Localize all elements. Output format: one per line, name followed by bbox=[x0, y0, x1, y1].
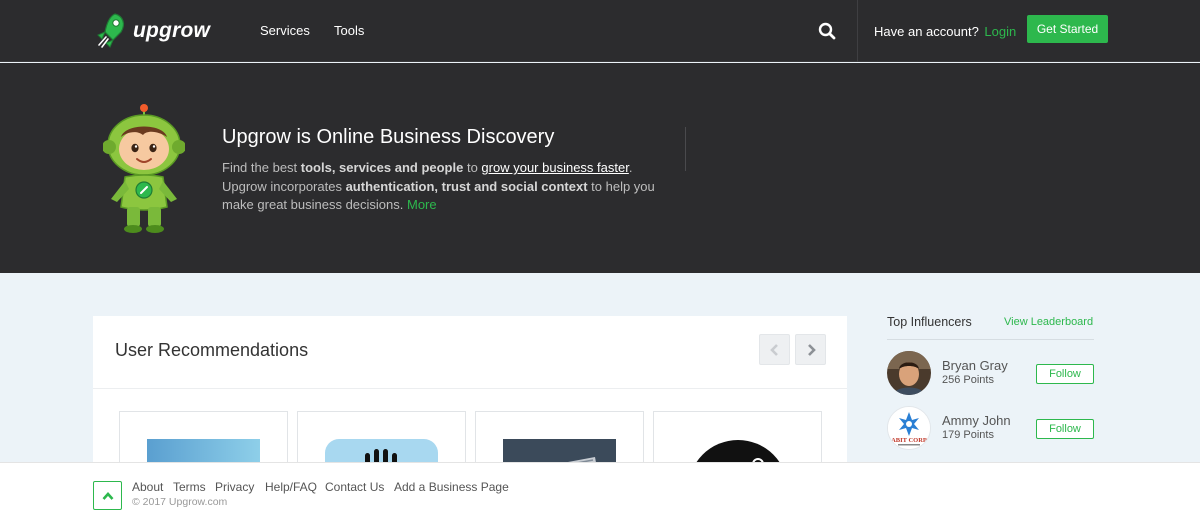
nav-link-services[interactable]: Services bbox=[260, 23, 310, 38]
hero-banner: Upgrow is Online Business Discovery Find… bbox=[0, 63, 1200, 273]
account-prompt-text: Have an account? bbox=[874, 24, 979, 39]
follow-button[interactable]: Follow bbox=[1036, 419, 1094, 439]
more-link[interactable]: More bbox=[407, 197, 437, 212]
footer-link-help-faq[interactable]: Help/FAQ bbox=[265, 480, 317, 494]
hero-text-part: to bbox=[463, 160, 482, 175]
hero-title: Upgrow is Online Business Discovery bbox=[222, 126, 555, 148]
footer-link-contact-us[interactable]: Contact Us bbox=[325, 480, 384, 494]
view-leaderboard-link[interactable]: View Leaderboard bbox=[1004, 316, 1093, 328]
footer-link-add-business-page[interactable]: Add a Business Page bbox=[394, 480, 509, 494]
company-logo-icon: ABIT CORP bbox=[888, 407, 930, 449]
hero-description: Find the best tools, services and people… bbox=[222, 159, 672, 215]
hero-divider bbox=[685, 127, 686, 171]
recommendations-separator bbox=[93, 388, 847, 389]
account-prompt: Have an account? Login bbox=[874, 24, 1016, 39]
user-recommendations-card: User Recommendations bbox=[93, 316, 847, 481]
influencer-points: 256 Points bbox=[942, 374, 994, 386]
company-logo-text: ABIT CORP bbox=[891, 437, 927, 444]
scroll-to-top-button[interactable] bbox=[93, 481, 122, 510]
brand-name: upgrow bbox=[133, 19, 211, 42]
hero-text-part: . bbox=[628, 160, 633, 175]
influencers-separator bbox=[887, 339, 1094, 340]
follow-button[interactable]: Follow bbox=[1036, 364, 1094, 384]
influencer-name[interactable]: Bryan Gray bbox=[942, 358, 1008, 373]
avatar[interactable]: ABIT CORP bbox=[887, 406, 931, 450]
chevron-right-icon bbox=[808, 344, 816, 356]
brand-logo[interactable]: upgrow bbox=[93, 12, 210, 50]
grow-business-link[interactable]: grow your business faster bbox=[481, 160, 628, 175]
chevron-up-icon bbox=[102, 492, 114, 500]
influencers-title: Top Influencers bbox=[887, 315, 972, 329]
nav-link-tools[interactable]: Tools bbox=[334, 23, 364, 38]
chevron-left-icon bbox=[770, 344, 778, 356]
nav-divider bbox=[857, 0, 858, 62]
footer-link-about[interactable]: About bbox=[132, 480, 163, 494]
astronaut-mascot-icon bbox=[103, 104, 185, 233]
avatar[interactable] bbox=[887, 351, 931, 395]
hero-text-bold: authentication, trust and social context bbox=[345, 178, 588, 194]
recommendations-next-button[interactable] bbox=[795, 334, 826, 365]
recommendations-prev-button[interactable] bbox=[759, 334, 790, 365]
hero-text-part: Upgrow incorporates bbox=[222, 178, 346, 194]
recommendations-title: User Recommendations bbox=[115, 340, 309, 360]
footer-link-privacy[interactable]: Privacy bbox=[215, 480, 254, 494]
influencer-name[interactable]: Ammy John bbox=[942, 413, 1011, 428]
get-started-button[interactable]: Get Started bbox=[1027, 15, 1108, 43]
hero-text-bold: tools, services and people bbox=[300, 160, 464, 175]
copyright-text: © 2017 Upgrow.com bbox=[132, 496, 228, 508]
hero-text-part: Find the best bbox=[222, 160, 301, 175]
influencer-points: 179 Points bbox=[942, 429, 994, 441]
rocket-logo-icon bbox=[97, 13, 125, 48]
login-link[interactable]: Login bbox=[984, 24, 1016, 39]
search-icon[interactable] bbox=[816, 20, 838, 42]
footer-link-terms[interactable]: Terms bbox=[173, 480, 206, 494]
person-avatar-icon bbox=[887, 351, 931, 395]
page-footer: About Terms Privacy Help/FAQ Contact Us … bbox=[0, 462, 1200, 524]
top-navbar: upgrow Services Tools Have an account? L… bbox=[0, 0, 1200, 62]
